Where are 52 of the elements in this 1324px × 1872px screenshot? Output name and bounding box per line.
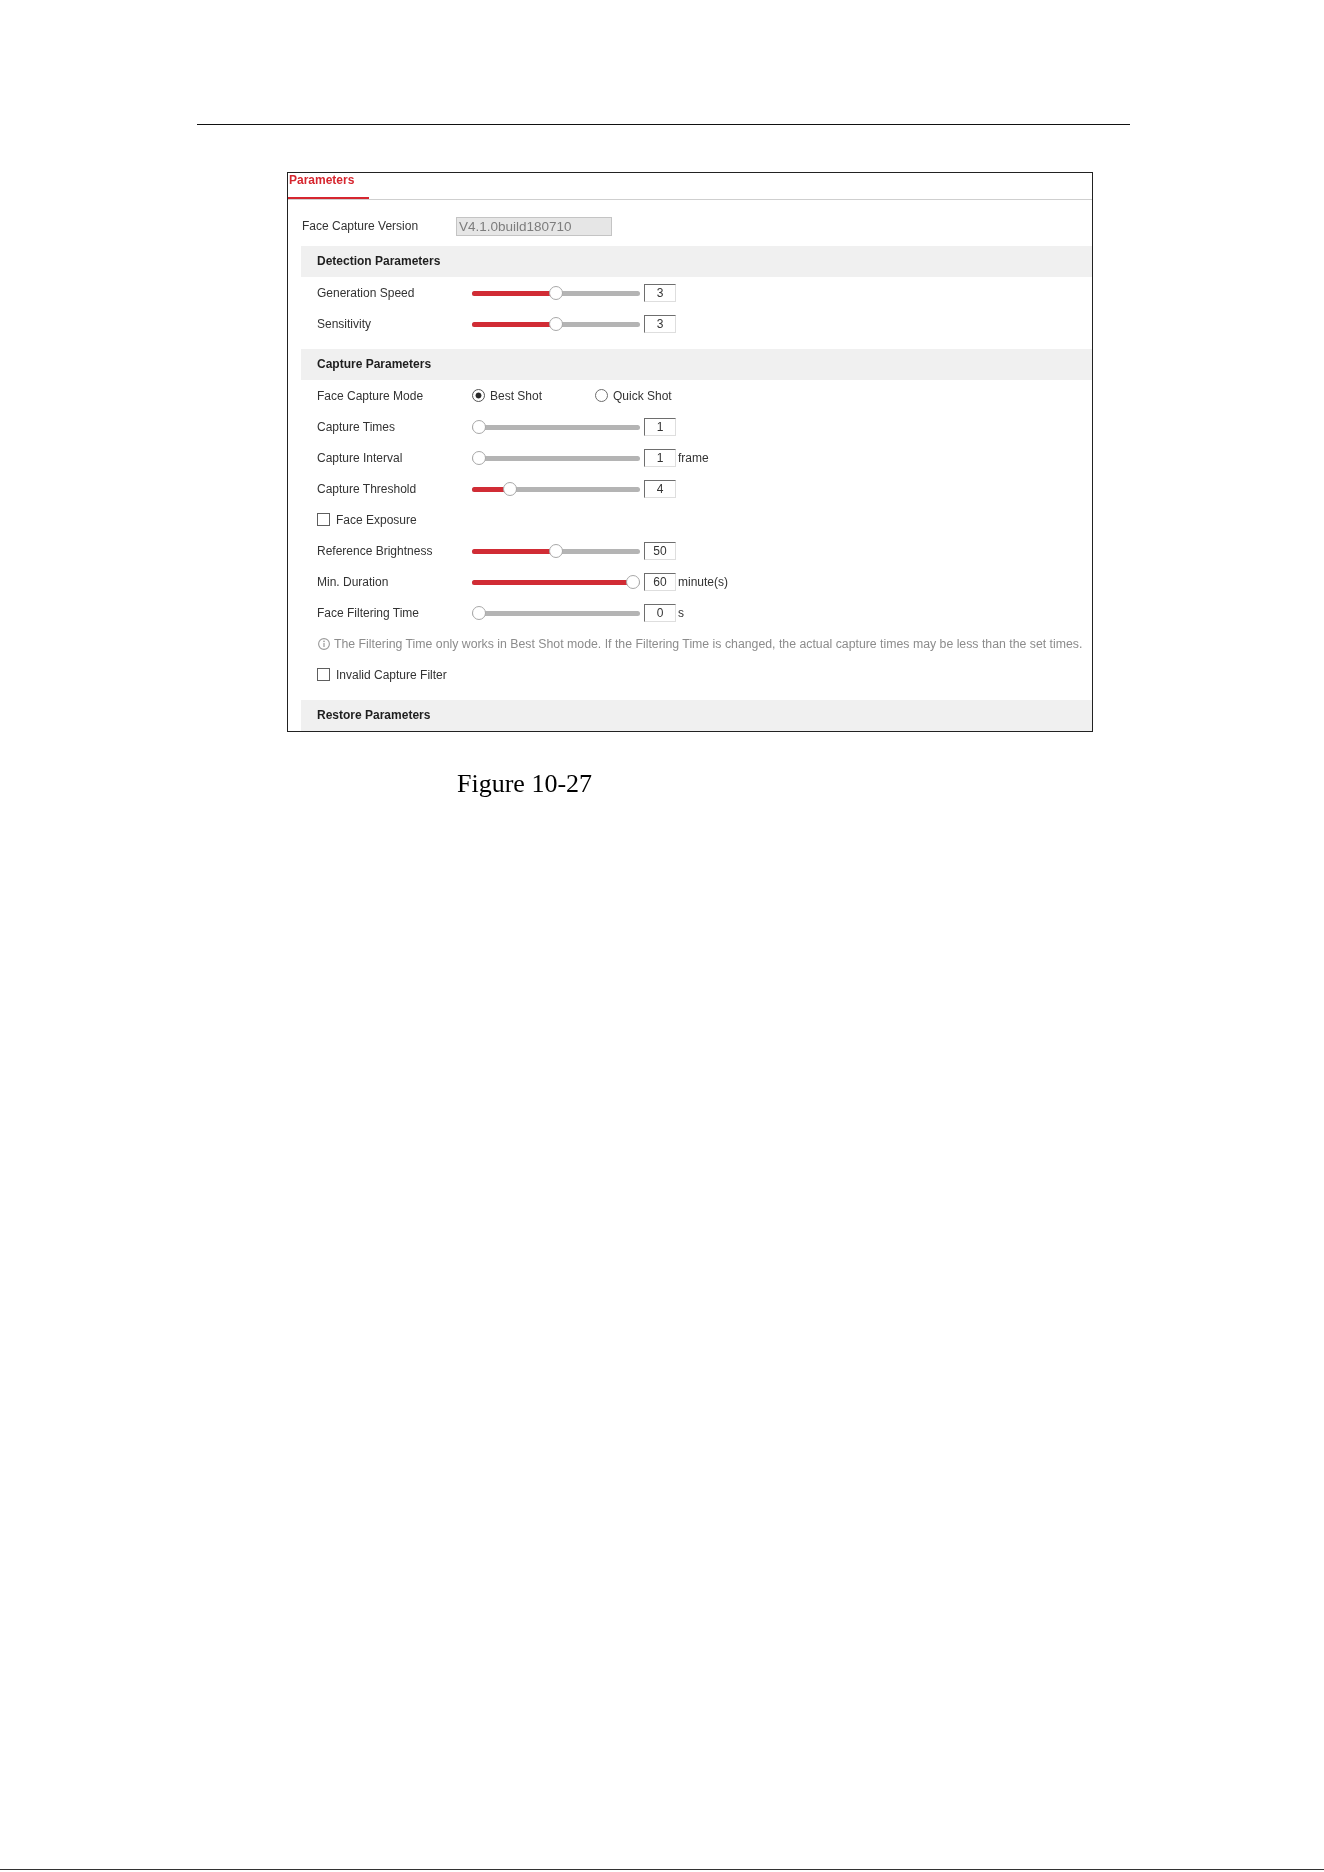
checkbox-label: Face Exposure: [336, 512, 417, 527]
value-field[interactable]: 0: [644, 603, 676, 622]
value-field[interactable]: 60: [644, 572, 676, 591]
radio-button[interactable]: [472, 389, 485, 402]
hint-text: The Filtering Time only works in Best Shot mode. If the Filtering Time is changed, the actual capture times may be less than the set times.: [334, 636, 1083, 651]
figure-caption: Figure 10-27: [457, 769, 593, 798]
field-label: Reference Brightness: [317, 543, 434, 558]
value-field[interactable]: 3: [644, 314, 676, 333]
slider-thumb[interactable]: [626, 574, 640, 589]
section-header: Capture Parameters: [301, 349, 1092, 380]
checkbox-label: Invalid Capture Filter: [336, 667, 447, 682]
value-field[interactable]: 1: [644, 417, 676, 436]
slider-track[interactable]: [472, 450, 640, 465]
field-label: Face Filtering Time: [317, 605, 421, 620]
slider-thumb[interactable]: [549, 285, 563, 300]
slider-track[interactable]: [472, 543, 640, 558]
section-header: Detection Parameters: [301, 246, 1092, 277]
info-icon: [318, 637, 330, 650]
section-header: Restore Parameters: [301, 700, 1092, 731]
value-field[interactable]: 3: [644, 283, 676, 302]
field-label: Face Capture Mode: [317, 388, 425, 403]
checkbox[interactable]: [317, 513, 330, 526]
field-label: Capture Times: [317, 419, 397, 434]
unit-label: minute(s): [678, 574, 728, 589]
value-field[interactable]: 4: [644, 479, 676, 498]
radio-button[interactable]: [595, 389, 608, 402]
slider-thumb[interactable]: [472, 419, 486, 434]
slider-thumb[interactable]: [502, 481, 517, 496]
field-label: Face Capture Version: [302, 218, 420, 235]
slider-track[interactable]: [472, 574, 640, 589]
slider-track[interactable]: [472, 605, 640, 620]
value-field[interactable]: 1: [644, 448, 676, 467]
unit-label: s: [678, 605, 684, 620]
option-label: Best Shot: [490, 388, 543, 403]
slider-thumb[interactable]: [549, 543, 563, 558]
checkbox[interactable]: [317, 668, 330, 681]
slider-track[interactable]: [472, 285, 640, 300]
field-label: Min. Duration: [317, 574, 390, 589]
slider-thumb[interactable]: [472, 605, 486, 620]
field-label: Generation Speed: [317, 285, 416, 300]
slider-thumb[interactable]: [472, 450, 486, 465]
field-label: Capture Interval: [317, 450, 404, 465]
unit-label: frame: [678, 450, 709, 465]
slider-track[interactable]: [472, 316, 640, 331]
slider-thumb[interactable]: [549, 316, 563, 331]
field-label: Sensitivity: [317, 316, 373, 331]
option-label: Quick Shot: [613, 388, 672, 403]
field-label: Capture Threshold: [317, 481, 418, 496]
settings-tab[interactable]: Parameters: [288, 173, 370, 199]
slider-track[interactable]: [472, 481, 640, 496]
slider-track[interactable]: [472, 419, 640, 434]
value-field[interactable]: 50: [644, 541, 676, 560]
